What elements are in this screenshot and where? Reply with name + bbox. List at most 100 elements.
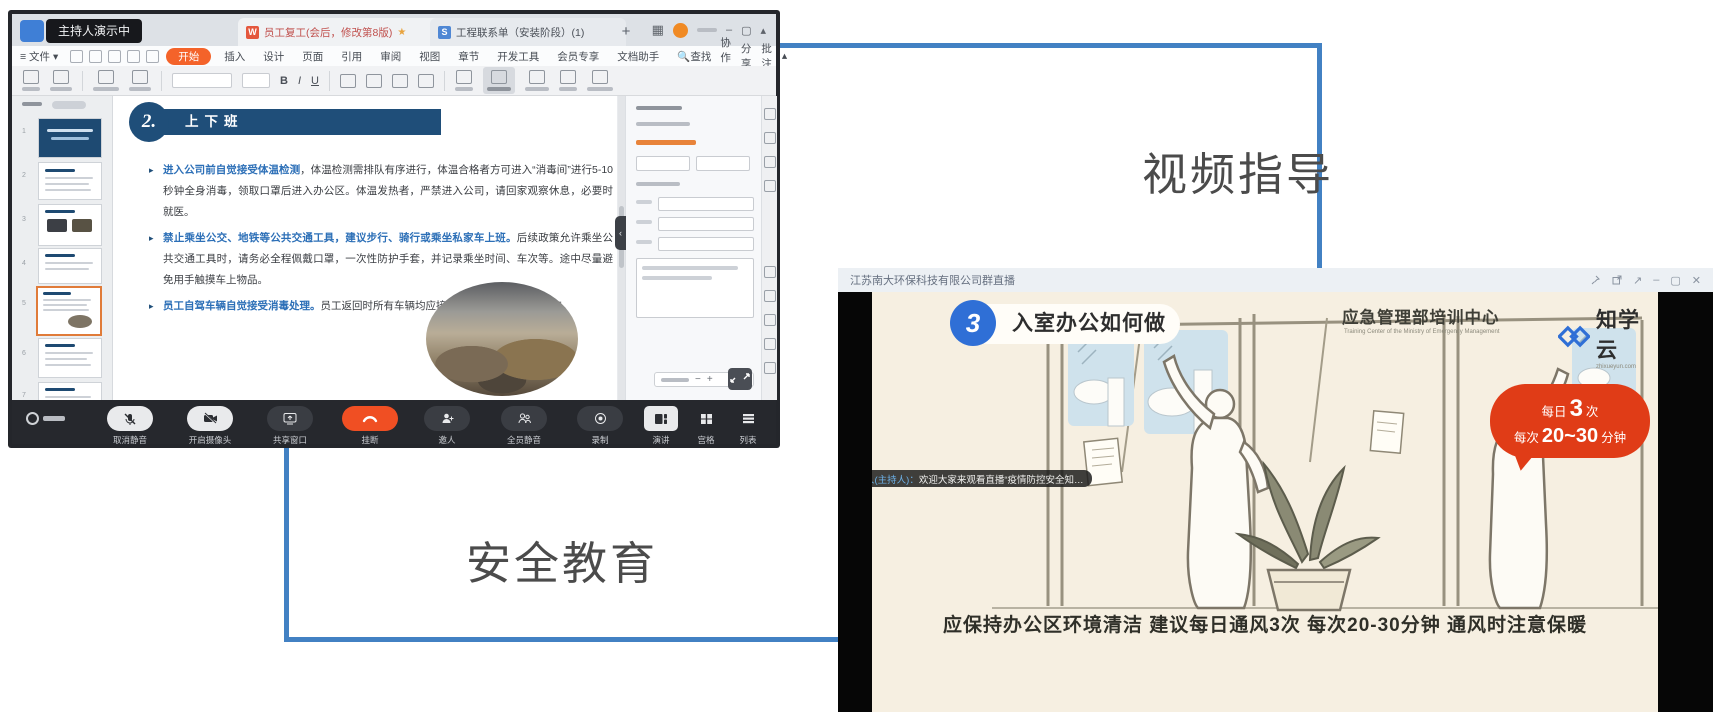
font-name-box[interactable] (172, 73, 232, 88)
italic-button[interactable]: I (298, 75, 301, 87)
slide-thumb-3[interactable] (38, 204, 102, 246)
zoom-out-button[interactable]: − (695, 374, 701, 385)
meeting-app-icon (20, 20, 44, 42)
pane-input-3[interactable] (658, 237, 754, 251)
menu-tab-view[interactable]: 视图 (410, 49, 449, 64)
menu-tab-devtools[interactable]: 开发工具 (488, 49, 548, 64)
meeting-control-bar: 取消静音 开启摄像头 共享窗口 挂断 邀人 全员静音 (12, 400, 776, 444)
slide-thumb-1[interactable] (38, 118, 102, 158)
text-tools-button[interactable] (525, 70, 549, 91)
print-icon[interactable] (89, 50, 102, 63)
format-painter-button[interactable] (50, 70, 72, 91)
strip-icon-1[interactable] (764, 108, 776, 120)
mute-all-button[interactable]: 全员静音 (501, 406, 547, 446)
video-content[interactable]: 入室办公如何做 3 应急管理部培训中心 Training Center of t… (838, 292, 1713, 712)
wps-menu-bar: ≡ 文件 ▾ 开始 插入 设计 页面 引用 审阅 视图 章节 开发工具 会员专享… (12, 46, 776, 66)
doc-tab-1[interactable]: W 员工复工(会后，修改第8版) ★ (238, 18, 442, 46)
menu-tab-start[interactable]: 开始 (166, 48, 211, 65)
fit-to-window-button[interactable] (728, 368, 752, 390)
undo-icon[interactable] (127, 50, 140, 63)
slide-thumb-2[interactable] (38, 162, 102, 200)
strip-icon-2[interactable] (764, 132, 776, 144)
ribbon-caret-icon[interactable]: ▴ (782, 50, 787, 62)
popout-icon[interactable] (1612, 275, 1622, 285)
zoom-in-button[interactable]: + (707, 374, 713, 385)
strip-icon-9[interactable] (764, 362, 776, 374)
slide-thumbnail-panel: 1 2 3 4 (12, 96, 113, 400)
camera-on-button[interactable]: 开启摄像头 (187, 406, 233, 446)
menu-tab-design[interactable]: 设计 (254, 49, 293, 64)
new-tab-button[interactable]: + (616, 22, 636, 42)
pane-icon-strip (761, 96, 777, 400)
find-menu[interactable]: 🔍查找 (668, 49, 720, 64)
redo-icon[interactable] (146, 50, 159, 63)
slide-thumb-6[interactable] (38, 338, 102, 378)
find-replace-button[interactable] (559, 70, 577, 91)
line-spacing-button[interactable] (418, 74, 434, 88)
video-window-controls: ↗ – ▢ ✕ (1591, 274, 1701, 287)
presenter-badge: 主持人演示中 (46, 19, 142, 43)
strip-icon-6[interactable] (764, 290, 776, 302)
pane-input-1[interactable] (658, 197, 754, 211)
share-screen-button[interactable]: 共享窗口 (267, 406, 313, 446)
file-menu[interactable]: ≡ 文件 ▾ (12, 49, 67, 64)
wps-task-pane: ‹ (625, 96, 762, 400)
pane-input-2[interactable] (658, 217, 754, 231)
connector-bottom-vertical (284, 446, 289, 642)
align-left-button[interactable] (340, 74, 356, 88)
strip-icon-8[interactable] (764, 338, 776, 350)
preview-icon[interactable] (108, 50, 121, 63)
doc-tab-2[interactable]: S 工程联系单（安装阶段）(1) (430, 18, 626, 46)
maximize-icon[interactable]: ▢ (1670, 274, 1680, 287)
layout-list-button[interactable]: 列表 (731, 406, 765, 446)
pane-select-2[interactable] (696, 156, 750, 171)
highlight-color-button[interactable] (455, 70, 473, 91)
pin-icon[interactable] (1591, 275, 1601, 285)
star-icon[interactable]: ★ (397, 27, 406, 38)
pane-select-1[interactable] (636, 156, 690, 171)
unmute-button[interactable]: 取消静音 (107, 406, 153, 446)
save-icon[interactable] (70, 50, 83, 63)
selection-pane-button[interactable] (483, 67, 515, 94)
hang-up-button[interactable]: 挂断 (342, 406, 398, 446)
menu-tab-review[interactable]: 审阅 (371, 49, 410, 64)
pane-collapse-handle[interactable]: ‹ (615, 216, 626, 250)
align-center-button[interactable] (366, 74, 382, 88)
apps-grid-icon[interactable]: ▦ (652, 22, 664, 38)
layout-grid-button[interactable]: 宫格 (689, 406, 723, 446)
menu-tab-page[interactable]: 页面 (293, 49, 332, 64)
strip-icon-3[interactable] (764, 156, 776, 168)
list-button[interactable] (392, 74, 408, 88)
doc-check-button[interactable] (587, 70, 613, 91)
strip-icon-4[interactable] (764, 180, 776, 192)
slide-thumb-5-selected[interactable] (36, 286, 102, 336)
user-avatar[interactable] (673, 23, 688, 38)
close-icon[interactable]: ✕ (1692, 274, 1701, 287)
minimize-icon[interactable]: – (1653, 274, 1659, 286)
bold-button[interactable]: B (280, 75, 288, 87)
strip-icon-7[interactable] (764, 314, 776, 326)
menu-tab-assistant[interactable]: 文档助手 (608, 49, 668, 64)
record-button[interactable]: 录制 (577, 406, 623, 446)
paste-button[interactable] (22, 70, 40, 91)
window-ventilation-illustration (872, 292, 1658, 712)
page-setup-button[interactable] (129, 70, 151, 91)
meeting-app-logo (26, 412, 65, 425)
menu-tab-reference[interactable]: 引用 (332, 49, 371, 64)
font-size-box[interactable] (242, 73, 270, 88)
chat-sender: 主持人(主持人)： (872, 472, 919, 486)
menu-tab-insert[interactable]: 插入 (215, 49, 254, 64)
layout-speaker-button[interactable]: 演讲 (644, 406, 678, 446)
menu-tab-section[interactable]: 章节 (449, 49, 488, 64)
menu-tab-member[interactable]: 会员专享 (548, 49, 608, 64)
underline-button[interactable]: U (311, 75, 319, 87)
invite-button[interactable]: 邀人 (424, 406, 470, 446)
wps-doc-icon: W (246, 26, 259, 39)
new-page-button[interactable] (93, 70, 119, 91)
brand-name: 知学云 (1596, 304, 1658, 364)
connector-bottom-horizontal (284, 637, 841, 642)
topic-number-badge: 3 (950, 300, 996, 346)
slide-thumb-4[interactable] (38, 248, 102, 284)
fullscreen-icon[interactable]: ↗ (1633, 274, 1642, 287)
strip-icon-5[interactable] (764, 266, 776, 278)
